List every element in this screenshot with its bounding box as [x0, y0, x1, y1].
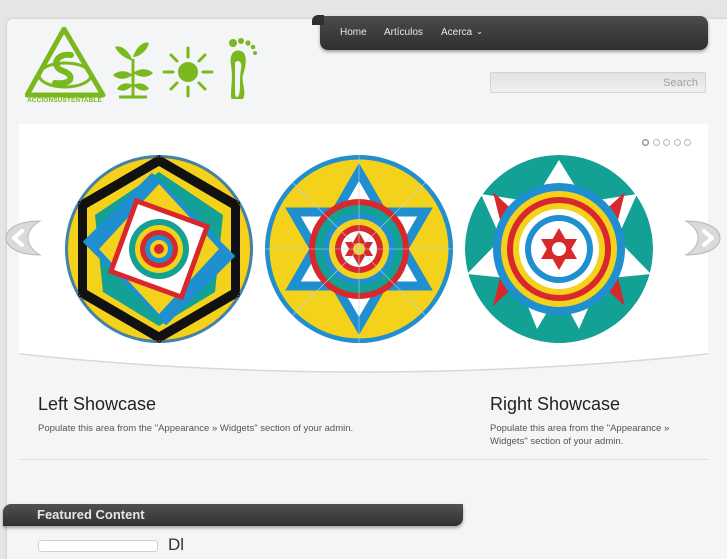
main-nav: Home Artículos Acerca ⌄: [312, 15, 708, 50]
logo-text: ACCIONSUSTENTABLE: [27, 97, 102, 104]
mandala-1: [65, 155, 253, 343]
nav-item-acerca[interactable]: Acerca ⌄: [441, 27, 483, 38]
right-showcase-line-2: Widgets" section of your admin.: [490, 436, 624, 447]
slider-prev-arrow-icon[interactable]: [0, 219, 42, 257]
right-showcase-text: Populate this area from the "Appearance …: [490, 422, 705, 448]
search-button[interactable]: Search: [663, 77, 698, 89]
left-showcase-text: Populate this area from the "Appearance …: [38, 422, 438, 435]
mandala-2: [265, 155, 453, 343]
nav-item-articulos[interactable]: Artículos: [384, 27, 423, 38]
mandala-3: [465, 155, 653, 343]
featured-slider: [19, 124, 708, 356]
plant-icon: [113, 42, 153, 99]
slider-next-arrow-icon[interactable]: [684, 219, 726, 257]
section-divider: [19, 459, 708, 460]
right-showcase-line-1: Populate this area from the "Appearance …: [490, 423, 670, 434]
footprint-icon: [229, 38, 257, 99]
site-logo[interactable]: [25, 27, 265, 99]
nav-item-acerca-label: Acerca: [441, 27, 473, 38]
slide-image: [65, 155, 653, 343]
left-showcase-title: Left Showcase: [38, 394, 157, 414]
featured-content-label: Featured Content: [37, 507, 145, 522]
left-showcase-line-1: Populate this area from the "Appearance …: [38, 423, 354, 434]
slider-dot-3[interactable]: [663, 139, 670, 146]
nav-item-home[interactable]: Home: [340, 27, 367, 38]
chevron-down-icon: ⌄: [476, 27, 483, 36]
slider-dot-1[interactable]: [642, 139, 649, 146]
slider-dot-4[interactable]: [673, 139, 681, 146]
post-date-box: [38, 540, 158, 552]
featured-post-title[interactable]: Dl: [168, 535, 184, 555]
right-showcase-title: Right Showcase: [490, 394, 621, 414]
featured-content-header: Featured Content: [3, 504, 463, 526]
triangle-emblem-icon: [25, 27, 106, 98]
search-input[interactable]: Search: [490, 72, 706, 93]
nav-tab-corner: [312, 15, 324, 25]
slider-dot-5[interactable]: [684, 139, 691, 146]
slider-pagination: [642, 133, 695, 151]
slider-shadow-divider: [19, 350, 708, 373]
sun-icon: [162, 46, 214, 98]
slider-dot-2[interactable]: [652, 139, 660, 146]
